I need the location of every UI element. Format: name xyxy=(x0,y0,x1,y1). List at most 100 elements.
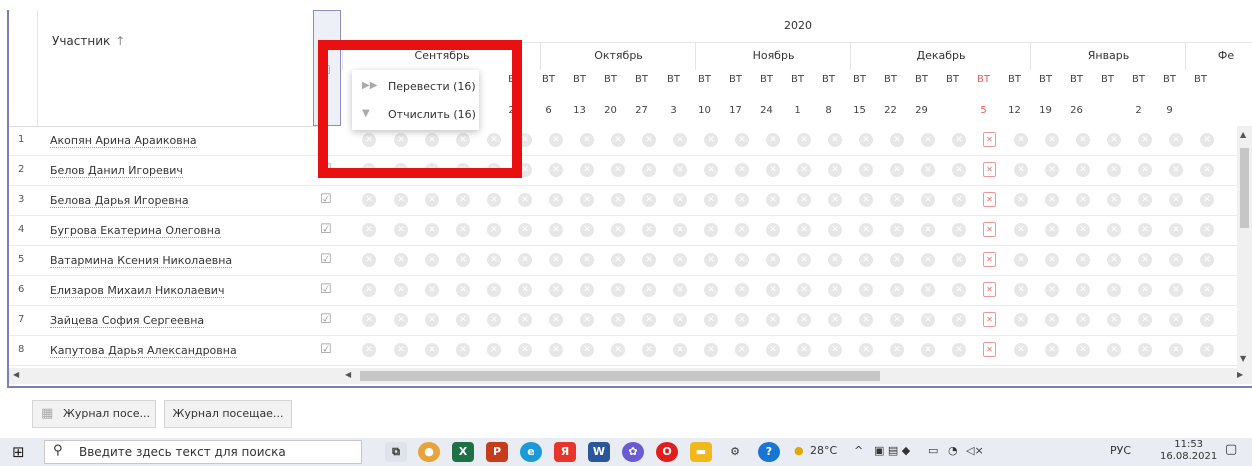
absent-mark-icon[interactable]: ✕ xyxy=(611,223,625,237)
absent-mark-icon[interactable]: ✕ xyxy=(1045,223,1059,237)
absent-mark-icon[interactable]: ✕ xyxy=(611,163,625,177)
scroll-left-icon[interactable]: ◀ xyxy=(345,370,351,379)
absent-mark-icon[interactable]: ✕ xyxy=(1200,283,1214,297)
absent-mark-icon[interactable]: ✕ xyxy=(1107,253,1121,267)
absent-mark-icon[interactable]: ✕ xyxy=(952,253,966,267)
help-icon[interactable]: ? xyxy=(758,442,780,462)
absent-mark-icon[interactable]: ✕ xyxy=(1169,163,1183,177)
settings-gear-icon[interactable]: ⚙ xyxy=(724,442,746,462)
absent-mark-icon[interactable]: ✕ xyxy=(704,223,718,237)
absent-mark-icon[interactable]: ✕ xyxy=(518,343,532,357)
windows-start-icon[interactable]: ⊞ xyxy=(12,443,25,461)
absent-mark-icon[interactable]: ✕ xyxy=(828,253,842,267)
absent-mark-icon[interactable]: ✕ xyxy=(394,313,408,327)
absent-mark-icon[interactable]: ✕ xyxy=(611,253,625,267)
participant-name-link[interactable]: Капутова Дарья Александровна xyxy=(50,344,237,358)
absent-mark-icon[interactable]: ✕ xyxy=(859,223,873,237)
attendance-journal-tab-2[interactable]: Журнал посещае... xyxy=(164,400,292,428)
absent-mark-icon[interactable]: ✕ xyxy=(642,313,656,327)
absent-mark-icon[interactable]: ✕ xyxy=(797,163,811,177)
absent-mark-icon[interactable]: ✕ xyxy=(1014,343,1028,357)
checkbox-icon[interactable]: ☑ xyxy=(320,222,332,237)
absent-mark-icon[interactable]: ✕ xyxy=(1045,163,1059,177)
absent-mark-icon[interactable]: ✕ xyxy=(1014,283,1028,297)
absent-mark-icon[interactable]: ✕ xyxy=(797,133,811,147)
absent-mark-icon[interactable]: ✕ xyxy=(1045,253,1059,267)
absent-mark-icon[interactable]: ✕ xyxy=(735,313,749,327)
absent-mark-icon[interactable]: ✕ xyxy=(549,343,563,357)
absent-mark-icon[interactable]: ✕ xyxy=(1014,253,1028,267)
absent-mark-icon[interactable]: ✕ xyxy=(642,343,656,357)
task-view-icon[interactable]: ⧉ xyxy=(385,442,407,462)
checkbox-icon[interactable]: ☑ xyxy=(320,282,332,297)
absent-mark-icon[interactable]: ✕ xyxy=(673,253,687,267)
absent-mark-icon[interactable]: ✕ xyxy=(828,283,842,297)
absent-mark-icon[interactable]: ✕ xyxy=(828,163,842,177)
absent-mark-icon[interactable]: ✕ xyxy=(766,163,780,177)
absent-mark-icon[interactable]: ✕ xyxy=(456,223,470,237)
absent-mark-icon[interactable]: ✕ xyxy=(549,193,563,207)
absent-mark-icon[interactable]: ✕ xyxy=(921,133,935,147)
absent-mark-icon[interactable]: ✕ xyxy=(673,343,687,357)
absent-mark-icon[interactable]: ✕ xyxy=(1200,163,1214,177)
absent-mark-icon[interactable]: ✕ xyxy=(1107,283,1121,297)
absent-mark-icon[interactable]: ✕ xyxy=(952,343,966,357)
absent-mark-icon[interactable]: ✕ xyxy=(1076,343,1090,357)
absent-mark-icon[interactable]: ✕ xyxy=(673,283,687,297)
absent-mark-icon[interactable]: ✕ xyxy=(890,313,904,327)
absent-mark-icon[interactable]: ✕ xyxy=(1138,283,1152,297)
absent-mark-icon[interactable]: ✕ xyxy=(642,253,656,267)
scroll-down-icon[interactable]: ▼ xyxy=(1240,354,1246,363)
absent-mark-icon[interactable]: ✕ xyxy=(1045,193,1059,207)
absent-mark-icon[interactable]: ✕ xyxy=(1076,283,1090,297)
horizontal-scrollbar[interactable]: ◀ ◀ ▶ xyxy=(9,368,1252,384)
absent-mark-icon[interactable]: ✕ xyxy=(394,253,408,267)
holiday-calendar-icon[interactable]: ✕ xyxy=(983,342,996,357)
absent-mark-icon[interactable]: ✕ xyxy=(921,253,935,267)
absent-mark-icon[interactable]: ✕ xyxy=(766,343,780,357)
absent-mark-icon[interactable]: ✕ xyxy=(1014,163,1028,177)
absent-mark-icon[interactable]: ✕ xyxy=(704,313,718,327)
absent-mark-icon[interactable]: ✕ xyxy=(642,223,656,237)
absent-mark-icon[interactable]: ✕ xyxy=(487,253,501,267)
absent-mark-icon[interactable]: ✕ xyxy=(766,223,780,237)
absent-mark-icon[interactable]: ✕ xyxy=(1200,343,1214,357)
volume-icon[interactable]: ◁× xyxy=(966,444,984,457)
absent-mark-icon[interactable]: ✕ xyxy=(549,283,563,297)
absent-mark-icon[interactable]: ✕ xyxy=(456,283,470,297)
absent-mark-icon[interactable]: ✕ xyxy=(766,283,780,297)
absent-mark-icon[interactable]: ✕ xyxy=(425,343,439,357)
absent-mark-icon[interactable]: ✕ xyxy=(611,343,625,357)
absent-mark-icon[interactable]: ✕ xyxy=(828,343,842,357)
participant-name-link[interactable]: Елизаров Михаил Николаевич xyxy=(50,284,225,298)
absent-mark-icon[interactable]: ✕ xyxy=(642,133,656,147)
absent-mark-icon[interactable]: ✕ xyxy=(580,223,594,237)
participant-name-link[interactable]: Бугрова Екатерина Олеговна xyxy=(50,224,221,238)
absent-mark-icon[interactable]: ✕ xyxy=(580,343,594,357)
sort-arrow-icon[interactable]: ↑ xyxy=(115,34,125,48)
absent-mark-icon[interactable]: ✕ xyxy=(859,253,873,267)
absent-mark-icon[interactable]: ✕ xyxy=(362,313,376,327)
tray-expand-icon[interactable]: ^ xyxy=(854,444,863,457)
absent-mark-icon[interactable]: ✕ xyxy=(673,163,687,177)
network-icon[interactable]: ◔ xyxy=(948,444,958,457)
absent-mark-icon[interactable]: ✕ xyxy=(735,133,749,147)
absent-mark-icon[interactable]: ✕ xyxy=(580,133,594,147)
absent-mark-icon[interactable]: ✕ xyxy=(580,313,594,327)
absent-mark-icon[interactable]: ✕ xyxy=(1014,223,1028,237)
absent-mark-icon[interactable]: ✕ xyxy=(549,163,563,177)
absent-mark-icon[interactable]: ✕ xyxy=(1045,343,1059,357)
absent-mark-icon[interactable]: ✕ xyxy=(611,313,625,327)
absent-mark-icon[interactable]: ✕ xyxy=(611,193,625,207)
absent-mark-icon[interactable]: ✕ xyxy=(1138,343,1152,357)
absent-mark-icon[interactable]: ✕ xyxy=(1200,223,1214,237)
absent-mark-icon[interactable]: ✕ xyxy=(797,283,811,297)
absent-mark-icon[interactable]: ✕ xyxy=(1138,163,1152,177)
absent-mark-icon[interactable]: ✕ xyxy=(362,343,376,357)
absent-mark-icon[interactable]: ✕ xyxy=(828,133,842,147)
absent-mark-icon[interactable]: ✕ xyxy=(487,223,501,237)
absent-mark-icon[interactable]: ✕ xyxy=(518,193,532,207)
absent-mark-icon[interactable]: ✕ xyxy=(1169,253,1183,267)
participant-name-link[interactable]: Зайцева София Сергеевна xyxy=(50,314,205,328)
absent-mark-icon[interactable]: ✕ xyxy=(456,253,470,267)
